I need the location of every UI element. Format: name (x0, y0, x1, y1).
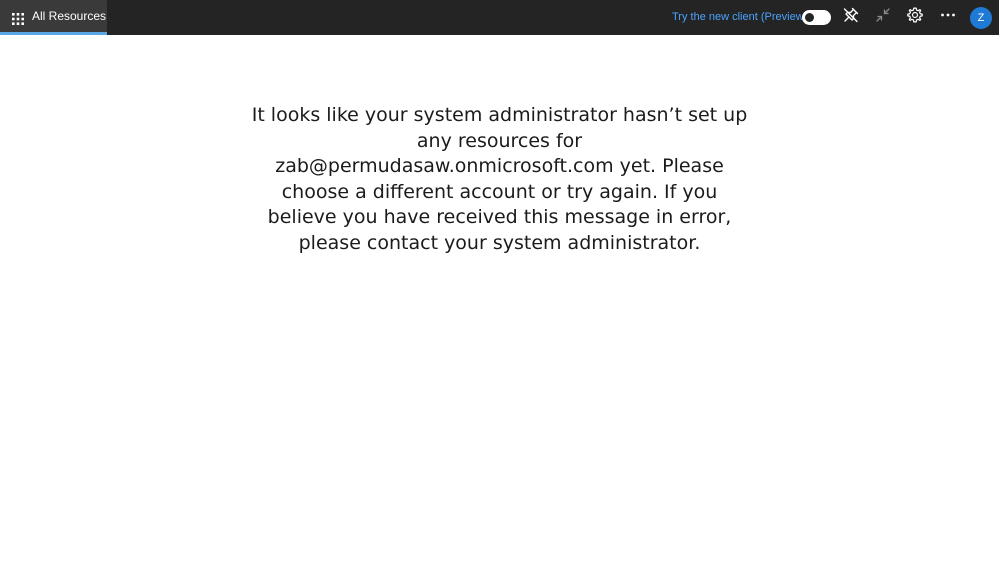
tab-all-resources[interactable]: All Resources (0, 0, 107, 35)
tab-all-resources-label: All Resources (32, 9, 107, 23)
unpin-button[interactable] (841, 7, 861, 27)
apps-grid-icon (12, 10, 24, 25)
try-new-client-link[interactable]: Try the new client (Preview) (672, 11, 807, 23)
collapse-button[interactable] (873, 7, 893, 27)
more-options-button[interactable] (938, 7, 958, 27)
top-bar: All Resources Try the new client (Previe… (0, 0, 999, 35)
gear-icon (906, 6, 924, 28)
settings-button[interactable] (905, 7, 925, 27)
more-icon (939, 6, 957, 28)
avatar[interactable]: Z (970, 7, 992, 29)
no-resources-message: It looks like your system administrator … (251, 104, 748, 254)
unpin-icon (842, 6, 860, 28)
toggle-knob (805, 13, 814, 22)
new-client-toggle[interactable] (802, 10, 831, 25)
avatar-initial: Z (977, 12, 985, 24)
collapse-icon (874, 6, 892, 28)
